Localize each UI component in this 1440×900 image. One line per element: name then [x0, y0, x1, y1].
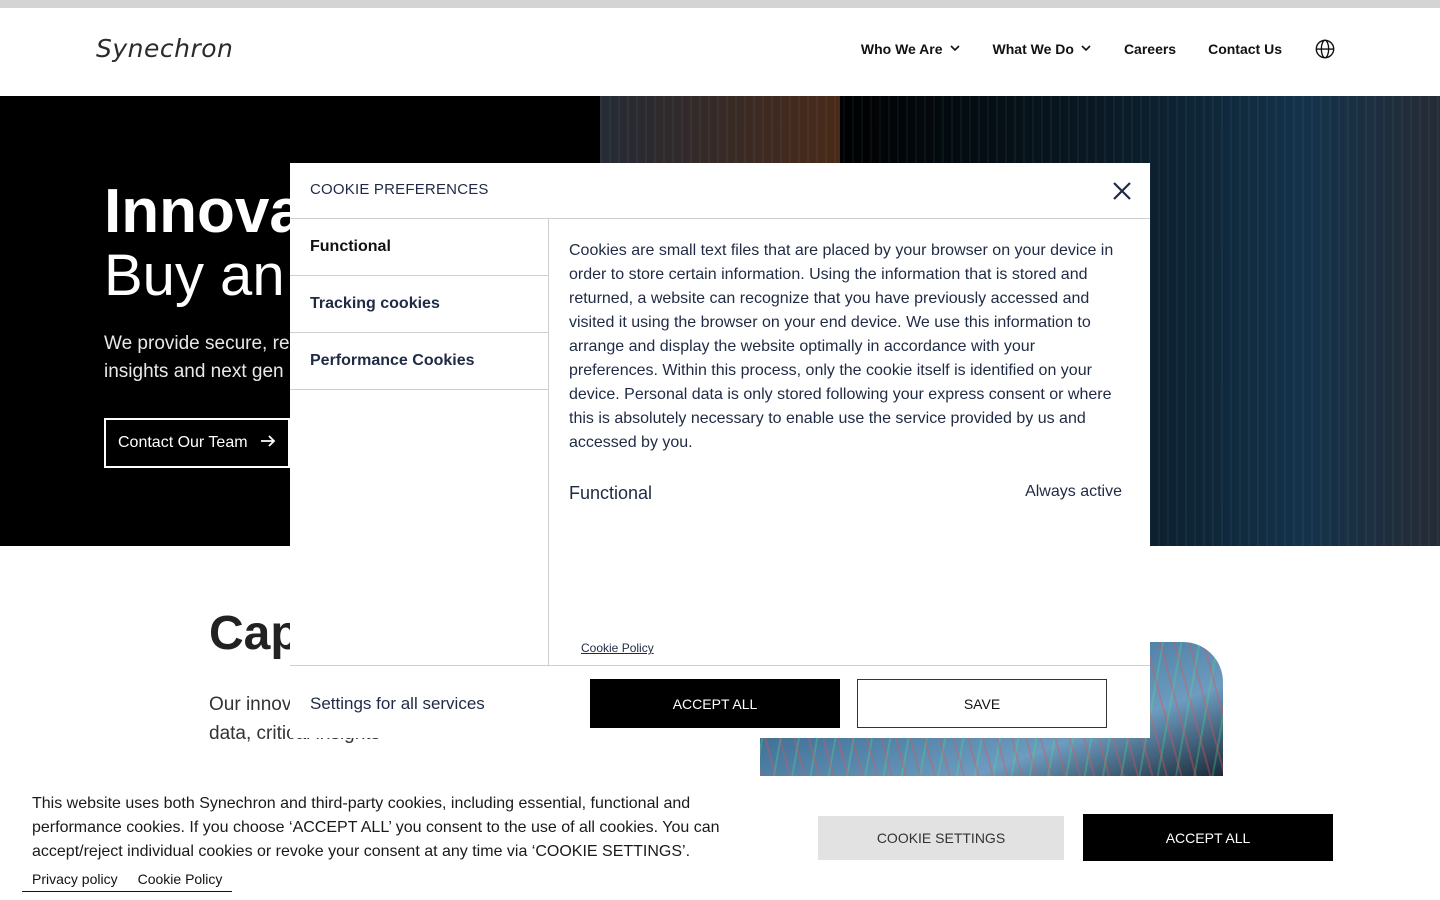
nav-what-we-do-label: What We Do [992, 41, 1074, 57]
banner-links: Privacy policy Cookie Policy [22, 871, 233, 892]
chevron-down-icon [1080, 41, 1092, 57]
contact-our-team-label: Contact Our Team [118, 434, 248, 451]
modal-body: Cookies are small text files that are pl… [549, 219, 1150, 665]
arrow-right-icon [260, 434, 276, 452]
contact-our-team-button[interactable]: Contact Our Team [104, 418, 290, 468]
cookie-description: Cookies are small text files that are pl… [569, 242, 1114, 451]
modal-header: COOKIE PREFERENCES [290, 163, 1150, 219]
hero-subtitle: We provide secure, re insights and next … [104, 333, 290, 382]
modal-sidebar: Functional Tracking cookies Performance … [290, 219, 549, 665]
close-icon[interactable] [1110, 179, 1134, 203]
globe-icon[interactable] [1314, 38, 1336, 60]
cookie-banner: This website uses both Synechron and thi… [0, 778, 1440, 900]
privacy-policy-link[interactable]: Privacy policy [22, 871, 128, 892]
logo[interactable]: Synechron [96, 34, 233, 63]
banner-accept-all-button[interactable]: ACCEPT ALL [1083, 814, 1333, 861]
functional-label: Functional [569, 483, 653, 503]
main-nav: Who We Are What We Do Careers Contact Us [861, 38, 1336, 60]
functional-row: Functional Always active [569, 483, 1122, 504]
hero-title: Innova [104, 177, 304, 246]
cookie-settings-button[interactable]: COOKIE SETTINGS [818, 816, 1064, 860]
settings-for-all-label: Settings for all services [310, 694, 485, 713]
functional-status: Always active [1025, 483, 1122, 500]
nav-who-we-are[interactable]: Who We Are [861, 41, 961, 57]
nav-contact-us[interactable]: Contact Us [1208, 41, 1282, 57]
cookie-policy-link[interactable]: Cookie Policy [581, 641, 654, 655]
sidebar-item-performance-cookies[interactable]: Performance Cookies [290, 333, 548, 390]
chevron-down-icon [949, 41, 961, 57]
sidebar-item-functional[interactable]: Functional [290, 219, 548, 276]
cookie-preferences-modal: COOKIE PREFERENCES Functional Tracking c… [290, 163, 1150, 738]
hero-title-line2: Buy an [104, 243, 285, 308]
modal-footer: Settings for all services ACCEPT ALL SAV… [290, 665, 1150, 738]
capabilities-title: Cap [209, 607, 300, 660]
modal-title: COOKIE PREFERENCES [310, 181, 489, 198]
site-header: Synechron Who We Are What We Do Careers … [0, 8, 1440, 96]
nav-what-we-do[interactable]: What We Do [993, 41, 1092, 57]
save-button[interactable]: SAVE [857, 679, 1107, 728]
sidebar-item-tracking-cookies[interactable]: Tracking cookies [290, 276, 548, 333]
top-accent-bar [0, 0, 1440, 8]
nav-who-we-are-label: Who We Are [860, 41, 943, 57]
cookie-banner-text: This website uses both Synechron and thi… [32, 795, 720, 860]
banner-cookie-policy-link[interactable]: Cookie Policy [127, 871, 233, 892]
accept-all-button[interactable]: ACCEPT ALL [590, 679, 840, 728]
nav-careers[interactable]: Careers [1124, 41, 1176, 57]
